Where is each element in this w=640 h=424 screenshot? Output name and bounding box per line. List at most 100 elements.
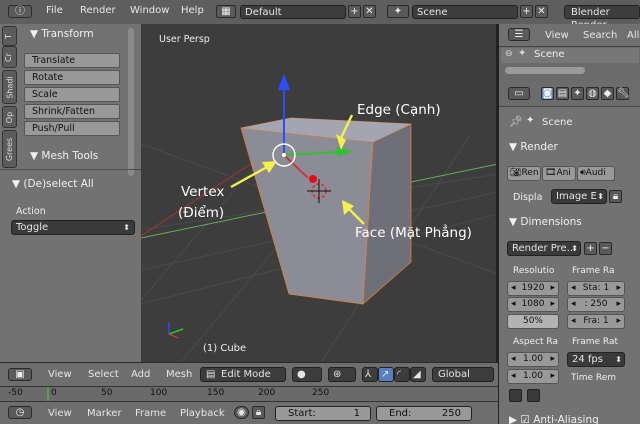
remove-layout-button[interactable]: ✕ (363, 5, 376, 18)
pin-icon[interactable]: 📌︎ (509, 115, 523, 128)
add-preset-button[interactable]: + (584, 242, 597, 255)
timeline-menu-marker[interactable]: Marker (87, 408, 122, 419)
render-context-icon[interactable]: ◙ (541, 87, 554, 100)
shading-select[interactable]: ● (292, 367, 322, 382)
display-select[interactable]: Image E ⬍ (551, 189, 607, 204)
manipulator-toggle[interactable]: ⅄ (362, 367, 378, 382)
render-panel-header[interactable]: ▼ Render (509, 141, 558, 153)
x-arrow-head[interactable] (309, 175, 317, 183)
orientation-select[interactable]: Global (432, 367, 494, 382)
anti-aliasing-checkbox-icon[interactable]: ☑ (520, 414, 529, 424)
timeline-menu-view[interactable]: View (48, 408, 72, 419)
z-arrow-head[interactable] (278, 74, 290, 90)
tab-shading[interactable]: Shadi (2, 70, 17, 104)
add-layout-button[interactable]: + (348, 5, 361, 18)
menu-select[interactable]: Select (88, 369, 119, 380)
timeline-ruler[interactable]: -50 0 50 100 150 200 250 (0, 386, 498, 401)
menu-view[interactable]: View (48, 369, 72, 380)
border-checkbox[interactable] (509, 389, 522, 402)
outliner-scene-row[interactable]: ⊖ ✦ Scene (501, 48, 639, 63)
scale-button[interactable]: Scale (24, 87, 120, 102)
transform-panel-header[interactable]: ▼ Transform (30, 28, 94, 40)
editor-type-icon[interactable]: ▣ (8, 368, 32, 381)
timeline-menu-playback[interactable]: Playback (180, 408, 225, 419)
aspect-x-field[interactable]: ◂ 1.00 ▸ (507, 352, 559, 367)
render-engine-select[interactable]: Blender Render (564, 5, 640, 31)
shrink-fatten-button[interactable]: Shrink/Fatten (24, 104, 120, 119)
outliner-editor-icon[interactable]: ☰ (508, 28, 530, 41)
aspect-y-field[interactable]: ◂ 1.00 ▸ (507, 369, 559, 384)
edge-annotation: Edge (Cạnh) (357, 102, 441, 118)
modifiers-context-icon[interactable]: 🔧︎ (616, 87, 630, 100)
properties-editor-icon[interactable]: ▭ (508, 87, 530, 100)
screen-layout-field[interactable]: Default (240, 5, 346, 19)
crop-checkbox[interactable] (527, 389, 540, 402)
action-select[interactable]: Toggle ⬍ (11, 220, 135, 235)
menu-file[interactable]: File (46, 5, 63, 16)
lock-icon[interactable]: 🔒︎ (252, 406, 265, 419)
tick-0: 0 (51, 388, 57, 398)
anti-aliasing-panel-header[interactable]: ▶ ☑ Anti-Aliasing (509, 414, 599, 424)
keying-icon[interactable]: ◉ (234, 406, 249, 419)
scale-manipulator[interactable]: ◢ (410, 367, 426, 382)
rotate-button[interactable]: Rotate (24, 70, 120, 85)
fps-select[interactable]: 24 fps ⬍ (567, 352, 625, 367)
face-annotation: Face (Mặt Phẳng) (355, 225, 472, 241)
remove-preset-button[interactable]: − (599, 242, 612, 255)
translate-manipulator[interactable]: ↗ (378, 367, 394, 382)
tab-tools[interactable]: T (2, 26, 17, 46)
resolution-x-field[interactable]: ◂ 1920 ▸ (507, 281, 559, 296)
world-context-icon[interactable]: ◍ (586, 87, 599, 100)
screen-layout-icon[interactable]: ▦ (216, 5, 236, 18)
rotate-manipulator[interactable]: ◜ (394, 367, 410, 382)
timeline-editor-icon[interactable]: ◷ (8, 406, 32, 419)
deselect-all-header[interactable]: ▼ (De)select All (12, 178, 94, 190)
info-editor-icon[interactable]: ⓘ (8, 5, 32, 18)
tool-shelf: T Cr Shadi Op Grees ▼ Transform Translat… (0, 24, 141, 362)
menu-window[interactable]: Window (130, 5, 169, 16)
updown-arrows-icon: ⬍ (571, 244, 578, 253)
tick-100: 100 (150, 388, 168, 398)
object-context-icon[interactable]: ◆ (601, 87, 614, 100)
outliner-menu-search[interactable]: Search (583, 30, 617, 41)
tab-create[interactable]: Cr (2, 46, 17, 68)
start-frame-field[interactable]: Start: 1 (275, 406, 371, 421)
mesh-tools-panel-header[interactable]: ▼ Mesh Tools (30, 150, 98, 162)
render-layers-icon[interactable]: ▤ (556, 87, 569, 100)
render-audio-button[interactable]: 🔊︎Audi (577, 166, 615, 181)
scene-field[interactable]: Scene (412, 5, 518, 19)
remove-scene-button[interactable]: ✕ (535, 5, 548, 18)
mode-select[interactable]: ▤ Edit Mode (200, 367, 286, 382)
outliner-menu-view[interactable]: View (545, 30, 569, 41)
outliner-menu-all[interactable]: All (627, 30, 639, 41)
resolution-y-field[interactable]: ◂ 1080 ▸ (507, 297, 559, 312)
push-pull-button[interactable]: Push/Pull (24, 121, 120, 136)
selected-vertex[interactable] (282, 153, 286, 157)
scene-context-icon[interactable]: ✦ (571, 87, 584, 100)
lock-interface-icon[interactable]: 🔒︎ (609, 190, 622, 203)
translate-button[interactable]: Translate (24, 53, 120, 68)
add-scene-button[interactable]: + (520, 5, 533, 18)
render-preset-select[interactable]: Render Pre... ⬍ (507, 241, 581, 256)
viewport-3d[interactable]: User Persp (1) Cube Edge (Cạnh) Vertex (… (141, 24, 498, 362)
end-frame-field[interactable]: End: 250 (376, 406, 472, 421)
frame-end-field[interactable]: ◂: 250 ▸ (567, 297, 625, 312)
current-frame-indicator[interactable] (47, 387, 49, 401)
menu-help[interactable]: Help (181, 5, 204, 16)
dimensions-panel-header[interactable]: ▼ Dimensions (509, 216, 582, 228)
outliner-scrollbar[interactable] (505, 67, 585, 74)
resolution-percent-slider[interactable]: 50% (507, 314, 559, 329)
render-animation-button[interactable]: 🎞︎Ani (542, 166, 576, 181)
scene-icon[interactable]: ✦ (387, 5, 409, 18)
frame-step-field[interactable]: ◂ Fra: 1 ▸ (567, 314, 625, 329)
tab-grease-pencil[interactable]: Grees (2, 130, 17, 168)
timeline-menu-frame[interactable]: Frame (135, 408, 166, 419)
menu-mesh[interactable]: Mesh (166, 369, 192, 380)
menu-render[interactable]: Render (80, 5, 116, 16)
tab-options[interactable]: Op (2, 106, 17, 128)
toolshelf-scrollbar[interactable] (128, 28, 134, 176)
pivot-select[interactable]: ⊛ (328, 367, 356, 382)
render-image-button[interactable]: 📷︎Ren (507, 166, 541, 181)
frame-start-field[interactable]: ◂ Sta: 1 ▸ (567, 281, 625, 296)
menu-add[interactable]: Add (131, 369, 150, 380)
